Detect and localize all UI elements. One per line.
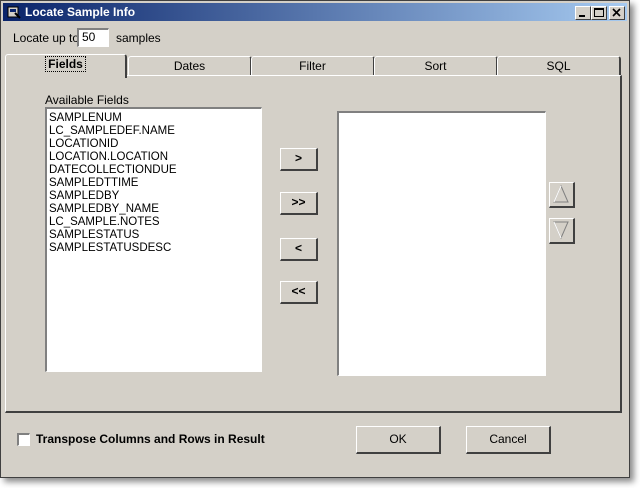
ok-button[interactable]: OK xyxy=(356,426,441,454)
tab-fields[interactable]: Fields xyxy=(5,54,127,78)
locate-sample-info-window: Locate Sample Info Locate up to 50 sampl… xyxy=(0,0,630,478)
add-field-button[interactable]: > xyxy=(280,148,318,171)
available-fields-label: Available Fields xyxy=(45,93,129,107)
title-bar[interactable]: Locate Sample Info xyxy=(3,3,627,21)
arrow-down-icon xyxy=(553,221,569,240)
add-all-fields-button[interactable]: >> xyxy=(280,192,318,215)
list-item[interactable]: SAMPLENUM xyxy=(47,112,261,125)
remove-all-fields-button[interactable]: << xyxy=(280,281,318,304)
transpose-checkbox[interactable] xyxy=(17,433,30,446)
tab-sort[interactable]: Sort xyxy=(374,56,498,76)
list-item[interactable]: LC_SAMPLE.NOTES xyxy=(47,216,261,229)
app-icon xyxy=(7,6,21,19)
list-item[interactable]: LC_SAMPLEDEF.NAME xyxy=(47,125,261,138)
list-item[interactable]: SAMPLEDTTIME xyxy=(47,177,261,190)
transpose-label[interactable]: Transpose Columns and Rows in Result xyxy=(36,432,265,446)
list-item[interactable]: SAMPLEDBY_NAME xyxy=(47,203,261,216)
selected-fields-list[interactable] xyxy=(337,111,546,376)
window-title: Locate Sample Info xyxy=(25,5,136,19)
sample-limit-input[interactable]: 50 xyxy=(77,28,109,47)
move-down-button[interactable] xyxy=(549,218,575,244)
list-item[interactable]: LOCATIONID xyxy=(47,138,261,151)
fields-tab-panel: Available Fields SAMPLENUM LC_SAMPLEDEF.N… xyxy=(5,75,622,413)
available-fields-list[interactable]: SAMPLENUM LC_SAMPLEDEF.NAME LOCATIONID LOCA… xyxy=(45,107,262,372)
tab-dates[interactable]: Dates xyxy=(128,56,252,76)
maximize-button[interactable] xyxy=(591,6,607,20)
list-item[interactable]: SAMPLESTATUSDESC xyxy=(47,242,261,255)
list-item[interactable]: SAMPLESTATUS xyxy=(47,229,261,242)
limit-prefix-label: Locate up to xyxy=(13,31,80,45)
close-button[interactable] xyxy=(609,6,625,20)
minimize-button[interactable] xyxy=(575,6,591,20)
list-item[interactable]: DATECOLLECTIONDUE xyxy=(47,164,261,177)
tab-filter[interactable]: Filter xyxy=(251,56,375,76)
list-item[interactable]: SAMPLEDBY xyxy=(47,190,261,203)
close-icon xyxy=(612,8,621,17)
tab-sql[interactable]: SQL xyxy=(497,56,621,76)
remove-field-button[interactable]: < xyxy=(280,238,318,261)
minimize-icon xyxy=(579,15,585,17)
limit-suffix-label: samples xyxy=(116,31,161,45)
arrow-up-icon xyxy=(553,184,569,203)
list-item[interactable]: LOCATION.LOCATION xyxy=(47,151,261,164)
maximize-icon xyxy=(594,8,604,17)
cancel-button[interactable]: Cancel xyxy=(466,426,551,454)
move-up-button[interactable] xyxy=(549,182,575,208)
